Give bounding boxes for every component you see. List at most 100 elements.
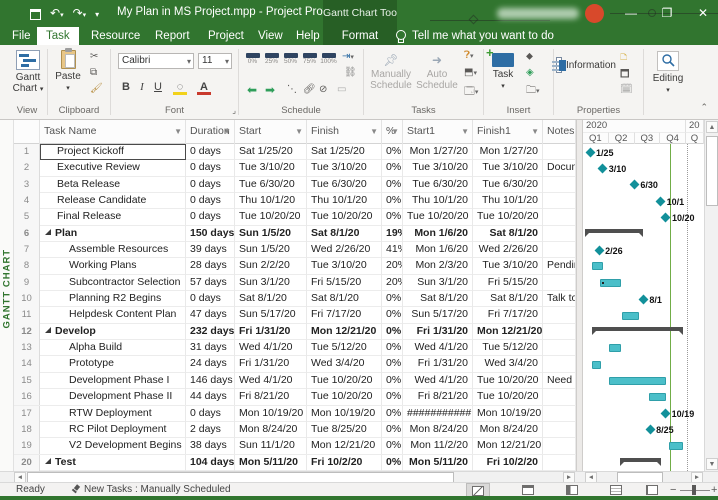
cell-pct[interactable]: 20%: [382, 274, 403, 292]
cell-finish1[interactable]: Tue 6/30/20: [473, 176, 543, 193]
cell-pct[interactable]: 0%: [382, 323, 403, 341]
cell-duration[interactable]: 0 days: [186, 193, 235, 210]
cell-finish[interactable]: Sat 8/1/20: [307, 225, 382, 243]
insert-summary-icon[interactable]: 🗀︎▾: [526, 83, 540, 100]
cell-num[interactable]: 2: [14, 160, 40, 177]
cell-num[interactable]: 14: [14, 356, 40, 373]
cell-start1[interactable]: Wed 4/1/20: [403, 340, 473, 357]
cell-start1[interactable]: Tue 10/20/20: [403, 209, 473, 226]
cell-finish[interactable]: Mon 12/21/20: [307, 323, 382, 341]
cell-num[interactable]: 10: [14, 291, 40, 308]
cell-finish[interactable]: Tue 6/30/20: [307, 176, 382, 193]
insert-deliverable-icon[interactable]: ◈: [526, 67, 534, 78]
filter-arrow-icon[interactable]: ▼: [223, 120, 231, 143]
cell-start1[interactable]: Mon 5/11/20: [403, 454, 473, 471]
milestone-diamond[interactable]: [629, 179, 640, 190]
cell-start1[interactable]: Mon 1/6/20: [403, 242, 473, 259]
cell-notes[interactable]: [543, 176, 576, 193]
undo-icon[interactable]: ↶▾: [50, 4, 64, 25]
collapse-triangle-icon[interactable]: [45, 228, 51, 235]
cell-num[interactable]: 3: [14, 176, 40, 193]
table-row[interactable]: 18 RC Pilot Deployment 2 days Mon 8/24/20 Tu…: [14, 421, 576, 439]
cell-pct[interactable]: 0%: [382, 421, 403, 439]
summary-bar[interactable]: [591, 326, 684, 335]
cell-start[interactable]: Fri 1/31/20: [235, 356, 307, 373]
cell-pct[interactable]: 0%: [382, 209, 403, 226]
notes-icon[interactable]: 🗅︎: [620, 50, 627, 67]
cell-finish1[interactable]: Thu 10/1/20: [473, 193, 543, 210]
gantt-chart-view-button[interactable]: Gantt Chart ▾: [12, 50, 44, 94]
cell-name[interactable]: Executive Review: [40, 160, 186, 177]
view-gantt-button[interactable]: [466, 483, 490, 497]
cell-finish[interactable]: Tue 10/20/20: [307, 372, 382, 390]
cell-start[interactable]: Sun 3/1/20: [235, 274, 307, 292]
cell-start[interactable]: Tue 3/10/20: [235, 160, 307, 177]
outdent-task-icon[interactable]: ⬅︎: [247, 83, 257, 97]
cell-name[interactable]: Working Plans: [40, 258, 186, 275]
cell-start[interactable]: Sat 1/25/20: [235, 144, 307, 161]
cell-pct[interactable]: 0%: [382, 438, 403, 455]
tell-me-box[interactable]: Tell me what you want to do: [395, 27, 554, 45]
cell-notes[interactable]: [543, 242, 576, 259]
cell-pct[interactable]: 19%: [382, 225, 403, 243]
cell-duration[interactable]: 2 days: [186, 421, 235, 439]
cell-name[interactable]: Test: [40, 454, 186, 471]
cell-finish1[interactable]: Fri 7/17/20: [473, 307, 543, 324]
task-bar[interactable]: [669, 442, 684, 451]
cell-name[interactable]: Prototype: [40, 356, 186, 373]
zoom-in-button[interactable]: +: [711, 484, 717, 496]
paste-button[interactable]: Paste ▾: [52, 48, 84, 93]
cell-start1[interactable]: Mon 1/6/20: [403, 225, 473, 243]
pane-splitter[interactable]: [576, 120, 583, 471]
cell-finish1[interactable]: Mon 8/24/20: [473, 421, 543, 439]
cell-finish[interactable]: Wed 2/26/20: [307, 242, 382, 259]
add-to-timeline-icon[interactable]: 🗓︎: [620, 84, 633, 95]
cell-start[interactable]: Tue 10/20/20: [235, 209, 307, 226]
cell-start[interactable]: Mon 10/19/20: [235, 405, 307, 422]
redo-icon[interactable]: ↷▾: [73, 4, 87, 25]
cell-name[interactable]: Alpha Build: [40, 340, 186, 357]
table-row[interactable]: 4 Release Candidate 0 days Thu 10/1/20 Thu 1…: [14, 193, 576, 210]
cell-num[interactable]: 15: [14, 372, 40, 390]
cell-notes[interactable]: [543, 274, 576, 292]
cell-duration[interactable]: 146 days: [186, 372, 235, 390]
table-row[interactable]: 10 Planning R2 Begins 0 days Sat 8/1/20 Sat …: [14, 291, 576, 308]
cell-start[interactable]: Fri 8/21/20: [235, 389, 307, 406]
cell-num[interactable]: 18: [14, 421, 40, 439]
milestone-diamond[interactable]: [597, 163, 608, 174]
cell-start[interactable]: Mon 8/24/20: [235, 421, 307, 439]
cell-start1[interactable]: Tue 6/30/20: [403, 176, 473, 193]
cell-notes[interactable]: [543, 323, 576, 341]
cell-finish1[interactable]: Mon 12/21/20: [473, 438, 543, 455]
respect-links-icon[interactable]: ⛓︎: [344, 67, 357, 78]
cell-notes[interactable]: [543, 209, 576, 226]
cell-pct[interactable]: 0%: [382, 160, 403, 177]
cell-duration[interactable]: 31 days: [186, 340, 235, 357]
cell-notes[interactable]: Docume: [543, 160, 576, 177]
cell-start1[interactable]: ###########: [403, 405, 473, 422]
cell-num[interactable]: 13: [14, 340, 40, 357]
cell-num[interactable]: 8: [14, 258, 40, 275]
cell-pct[interactable]: 0%: [382, 176, 403, 193]
customize-qat-icon[interactable]: ▾: [95, 6, 99, 24]
cell-finish[interactable]: Sat 1/25/20: [307, 144, 382, 161]
font-size-select[interactable]: 11 ▾: [198, 53, 232, 69]
cell-name[interactable]: V2 Development Begins: [40, 438, 186, 455]
cell-pct[interactable]: 0%: [382, 193, 403, 210]
task-bar[interactable]: [592, 262, 603, 271]
cell-finish[interactable]: Tue 5/12/20: [307, 340, 382, 357]
table-row[interactable]: 17 RTW Deployment 0 days Mon 10/19/20 Mon 10…: [14, 405, 576, 422]
underline-button[interactable]: U: [151, 81, 165, 93]
cell-duration[interactable]: 38 days: [186, 438, 235, 455]
minimize-button[interactable]: —: [614, 0, 648, 27]
table-row[interactable]: 14 Prototype 24 days Fri 1/31/20 Wed 3/4/20 0…: [14, 356, 576, 373]
cell-finish[interactable]: Thu 10/1/20: [307, 193, 382, 210]
restore-button[interactable]: ❐: [650, 0, 684, 27]
cell-notes[interactable]: [543, 405, 576, 422]
pct-50-button[interactable]: 50%: [282, 53, 299, 65]
cell-pct[interactable]: 0%: [382, 144, 403, 161]
cell-finish1[interactable]: Tue 10/20/20: [473, 209, 543, 226]
cell-start1[interactable]: Mon 8/24/20: [403, 421, 473, 439]
table-row[interactable]: 15 Development Phase I 146 days Wed 4/1/20 T…: [14, 372, 576, 390]
pct-75-button[interactable]: 75%: [301, 53, 318, 65]
